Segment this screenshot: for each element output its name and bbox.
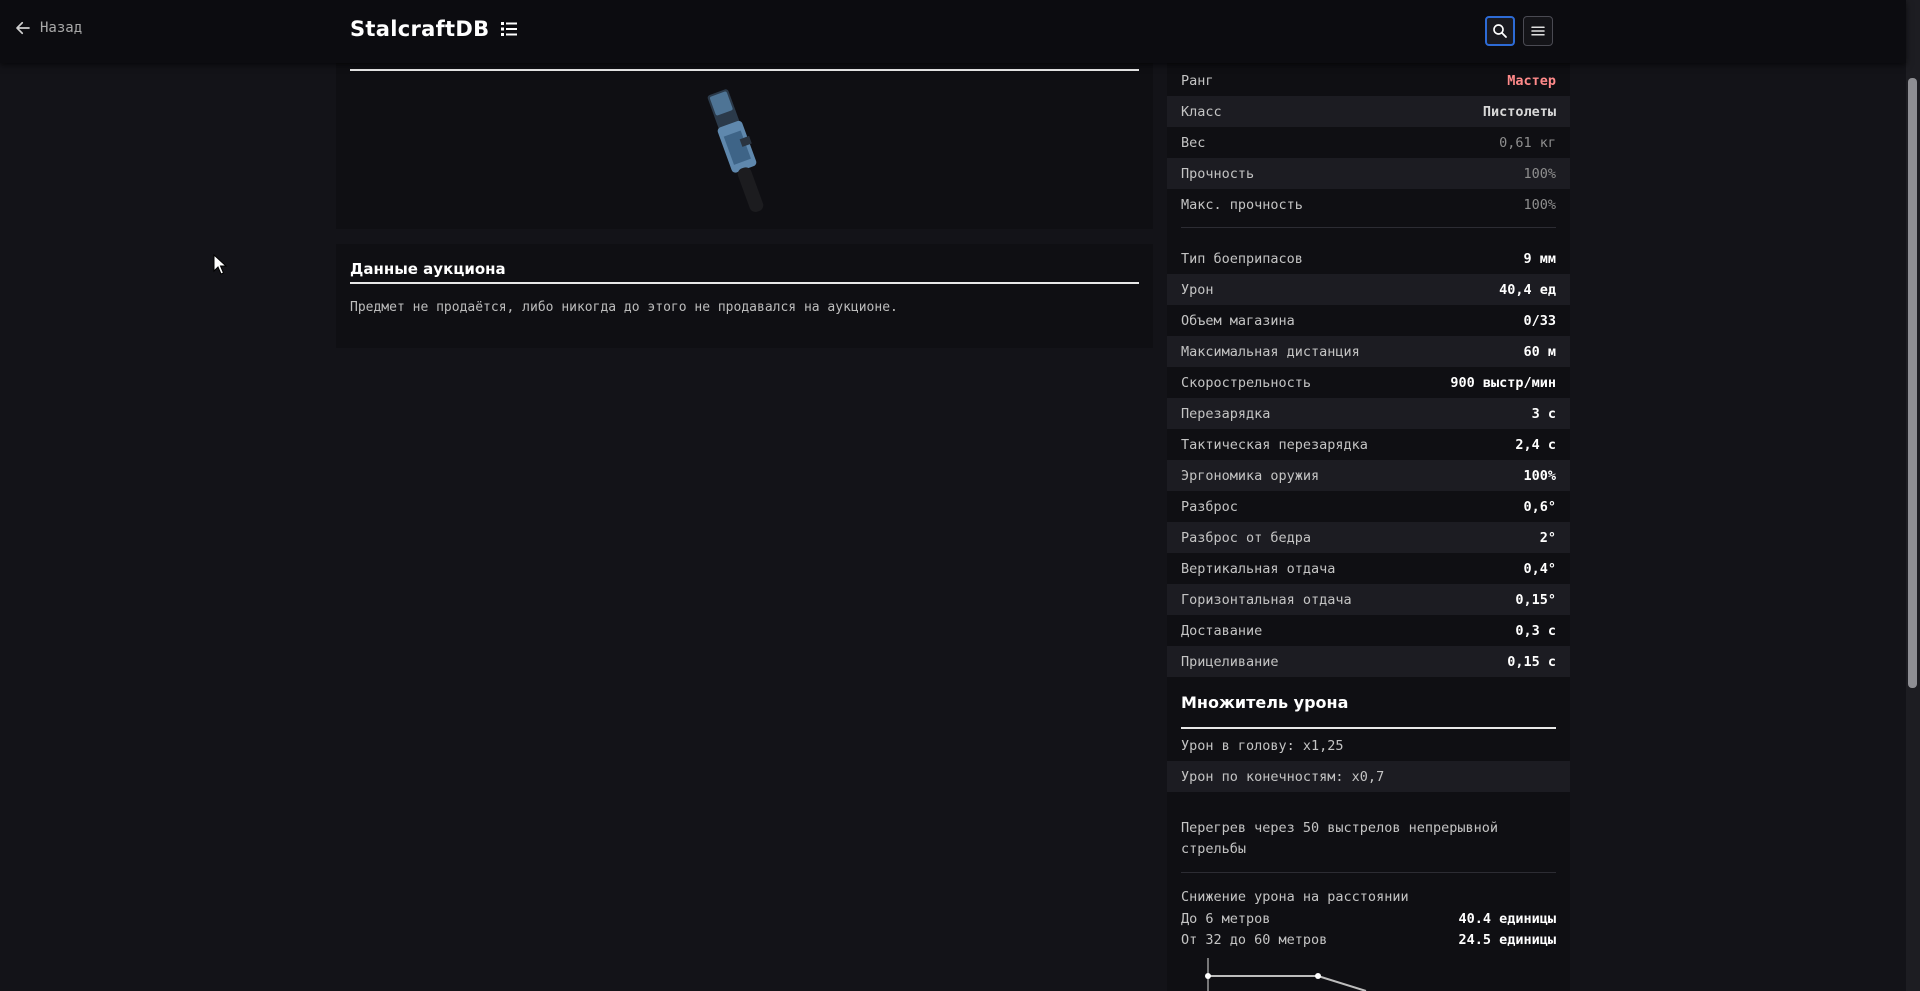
stat-row: Тип боеприпасов 9 мм [1167, 243, 1570, 274]
stat-value: 0,15° [1515, 591, 1556, 608]
falloff-value: 24.5 единицы [1458, 932, 1556, 948]
stat-label: Прицеливание [1181, 653, 1279, 670]
stat-value: 3 с [1531, 405, 1556, 422]
stat-label: Максимальная дистанция [1181, 343, 1360, 360]
stat-value: 60 м [1523, 343, 1556, 360]
stat-value: 100% [1523, 165, 1556, 182]
auction-title: Данные аукциона [350, 260, 506, 278]
stat-value: 40,4 ед [1499, 281, 1556, 298]
stat-label: Эргономика оружия [1181, 467, 1320, 484]
stat-label: Тип боеприпасов [1181, 250, 1303, 267]
divider [350, 282, 1139, 284]
stat-row: Горизонтальная отдача 0,15° [1167, 584, 1570, 615]
divider [1181, 727, 1556, 729]
stat-row-weight: Вес 0,61 кг [1167, 127, 1570, 158]
list-icon [501, 22, 518, 36]
head-multiplier: Урон в голову: x1,25 [1181, 737, 1344, 754]
stat-row: Вертикальная отдача 0,4° [1167, 553, 1570, 584]
back-label: Назад [40, 20, 83, 36]
falloff-label: От 32 до 60 метров [1181, 932, 1328, 948]
chart-point [1315, 973, 1321, 979]
stat-value: 100% [1523, 196, 1556, 213]
top-navbar: Назад StalcraftDB [0, 0, 1906, 63]
back-button[interactable]: Назад [14, 19, 82, 37]
stat-label: Прочность [1181, 165, 1255, 182]
stat-value: 2° [1539, 529, 1556, 546]
menu-icon [1531, 26, 1545, 36]
pistol-image [707, 89, 764, 212]
stat-row: Тактическая перезарядка 2,4 с [1167, 429, 1570, 460]
stat-label: Ранг [1181, 72, 1214, 89]
stat-row: Разброс от бедра 2° [1167, 522, 1570, 553]
auction-message: Предмет не продаётся, либо никогда до эт… [350, 300, 898, 315]
stat-row-durability: Прочность 100% [1167, 158, 1570, 189]
chart-falloff-line [1208, 975, 1367, 991]
auction-panel: Данные аукциона Предмет не продаётся, ли… [336, 244, 1153, 348]
stat-label: Доставание [1181, 622, 1263, 639]
stat-value: 0,3 с [1515, 622, 1556, 639]
stat-value: 100% [1523, 467, 1556, 484]
stat-value: 0,15 с [1507, 653, 1556, 670]
stat-row-max-durability: Макс. прочность 100% [1167, 189, 1570, 220]
mouse-cursor [213, 254, 228, 275]
limbs-multiplier: Урон по конечностям: x0,7 [1181, 768, 1385, 785]
falloff-label: До 6 метров [1181, 911, 1271, 927]
stat-row-class: Класс Пистолеты [1167, 96, 1570, 127]
stat-value: 900 выстр/мин [1450, 374, 1556, 391]
scrollbar-thumb[interactable] [1908, 78, 1917, 688]
search-icon [1493, 24, 1507, 38]
stat-label: Вес [1181, 134, 1206, 151]
stat-label: Макс. прочность [1181, 196, 1303, 213]
damage-falloff-chart [1205, 958, 1367, 991]
stat-label: Урон [1181, 281, 1214, 298]
divider [1181, 227, 1556, 228]
stat-value: 0,4° [1523, 560, 1556, 577]
falloff-title: Снижение урона на расстоянии [1181, 889, 1409, 905]
multiplier-title: Множитель урона [1181, 693, 1349, 712]
stat-value: 0,6° [1523, 498, 1556, 515]
stat-row: Максимальная дистанция 60 м [1167, 336, 1570, 367]
overheat-text: Перегрев через 50 выстрелов непрерывной … [1181, 820, 1498, 857]
stat-value: 2,4 с [1515, 436, 1556, 453]
stat-row: Перезарядка 3 с [1167, 398, 1570, 429]
stat-label: Горизонтальная отдача [1181, 591, 1352, 608]
stat-row: Прицеливание 0,15 с [1167, 646, 1570, 677]
stat-row: Урон 40,4 ед [1167, 274, 1570, 305]
stat-label: Скорострельность [1181, 374, 1312, 391]
stat-label: Класс [1181, 103, 1222, 120]
falloff-row: До 6 метров 40.4 единицы [1181, 911, 1556, 927]
stat-value: 9 мм [1523, 250, 1556, 267]
stat-value: Пистолеты [1482, 103, 1556, 120]
stat-row: Разброс 0,6° [1167, 491, 1570, 522]
stat-label: Разброс [1181, 498, 1238, 515]
arrow-left-icon [16, 21, 30, 35]
stat-row: Эргономика оружия 100% [1167, 460, 1570, 491]
menu-button[interactable] [1523, 16, 1553, 46]
chart-point [1205, 973, 1211, 979]
divider [350, 69, 1139, 71]
stat-row-rank: Ранг Мастер [1167, 65, 1570, 96]
falloff-row: От 32 до 60 метров 24.5 единицы [1181, 932, 1556, 948]
stat-label: Объем магазина [1181, 312, 1295, 329]
stat-value: 0,61 кг [1499, 134, 1556, 151]
stat-label: Перезарядка [1181, 405, 1271, 422]
search-button[interactable] [1485, 16, 1515, 46]
stats-sidebar: Ранг Мастер Класс Пистолеты Вес 0,61 кг … [1167, 63, 1570, 991]
stat-value: 0/33 [1523, 312, 1556, 329]
falloff-value: 40.4 единицы [1458, 911, 1556, 927]
stat-row: Скорострельность 900 выстр/мин [1167, 367, 1570, 398]
stat-value: Мастер [1507, 72, 1556, 89]
divider [1181, 872, 1556, 873]
head-multiplier-row: Урон в голову: x1,25 [1167, 730, 1570, 761]
brand-title: StalcraftDB [350, 17, 490, 41]
stat-label: Тактическая перезарядка [1181, 436, 1368, 453]
stat-label: Вертикальная отдача [1181, 560, 1336, 577]
stat-label: Разброс от бедра [1181, 529, 1312, 546]
limbs-multiplier-row: Урон по конечностям: x0,7 [1167, 761, 1570, 792]
brand-link[interactable]: StalcraftDB [350, 17, 519, 41]
stat-row: Объем магазина 0/33 [1167, 305, 1570, 336]
stat-row: Доставание 0,3 с [1167, 615, 1570, 646]
